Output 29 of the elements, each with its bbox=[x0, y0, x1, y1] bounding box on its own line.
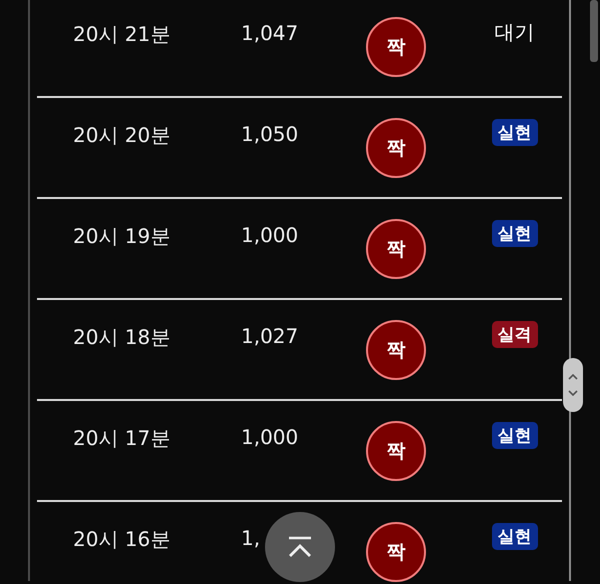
count-text: 1,050 bbox=[241, 122, 298, 146]
count-text: 1,000 bbox=[241, 425, 298, 449]
result-ball: 짝 bbox=[366, 219, 426, 279]
count-text: 1,047 bbox=[241, 21, 298, 45]
time-text: 20시 21분 bbox=[73, 21, 170, 48]
result-ball: 짝 bbox=[366, 421, 426, 481]
count-text: 1, bbox=[241, 526, 260, 550]
time-text: 20시 19분 bbox=[73, 223, 170, 250]
caret-down-icon bbox=[568, 390, 578, 396]
status-badge: 실현 bbox=[492, 422, 538, 449]
status-badge: 실현 bbox=[492, 119, 538, 146]
status-badge: 실현 bbox=[492, 523, 538, 550]
time-text: 20시 17분 bbox=[73, 425, 170, 452]
fast-scroll-handle[interactable] bbox=[563, 358, 583, 412]
status-text: 대기 bbox=[494, 19, 534, 46]
status-badge: 실현 bbox=[492, 220, 538, 247]
result-ball: 짝 bbox=[366, 118, 426, 178]
result-ball: 짝 bbox=[366, 17, 426, 77]
count-text: 1,027 bbox=[241, 324, 298, 348]
result-ball: 짝 bbox=[366, 522, 426, 582]
status-badge: 실격 bbox=[492, 321, 538, 348]
time-text: 20시 16분 bbox=[73, 526, 170, 553]
scroll-top-icon bbox=[287, 536, 313, 558]
time-text: 20시 20분 bbox=[73, 122, 170, 149]
caret-up-icon bbox=[568, 374, 578, 380]
count-text: 1,000 bbox=[241, 223, 298, 247]
scrollbar-thumb[interactable] bbox=[590, 0, 598, 62]
result-ball: 짝 bbox=[366, 320, 426, 380]
time-text: 20시 18분 bbox=[73, 324, 170, 351]
